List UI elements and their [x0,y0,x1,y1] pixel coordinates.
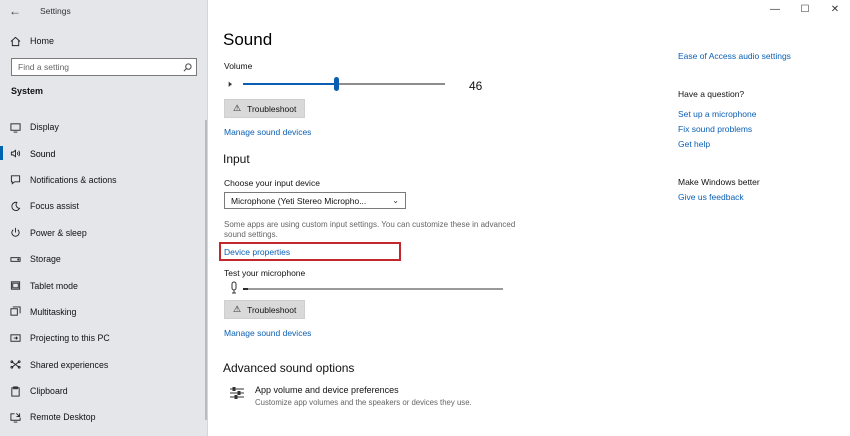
sidebar-item-label: Multitasking [30,306,77,317]
speaker-icon [0,148,30,159]
sidebar-item-projecting[interactable]: Projecting to this PC [0,325,208,351]
minimize-button[interactable]: — [760,0,790,18]
make-windows-better-heading: Make Windows better [678,177,760,187]
app-volume-description: Customize app volumes and the speakers o… [255,398,472,407]
sidebar-item-label: Display [30,122,59,133]
custom-settings-note: Some apps are using custom input setting… [224,220,516,239]
app-volume-preferences-link[interactable]: App volume and device preferences [255,385,399,395]
input-troubleshoot-button[interactable]: ⚠ Troubleshoot [224,300,306,319]
advanced-heading: Advanced sound options [223,361,355,375]
sidebar-item-remote-desktop[interactable]: Remote Desktop [0,404,208,430]
sidebar-item-sound[interactable]: Sound [0,140,208,166]
choose-input-label: Choose your input device [224,178,320,188]
selected-device: Microphone (Yeti Stereo Micropho... [231,195,367,206]
fix-sound-problems-link[interactable]: Fix sound problems [678,124,752,134]
back-button[interactable]: ← [0,0,30,22]
manage-sound-devices-link-input[interactable]: Manage sound devices [224,328,311,338]
get-help-link[interactable]: Get help [678,139,710,149]
microphone-icon [229,281,239,295]
sidebar-item-label: Notifications & actions [30,174,117,185]
manage-sound-devices-link[interactable]: Manage sound devices [224,127,311,137]
sidebar-item-label: Sound [30,148,56,159]
sidebar-item-shared-experiences[interactable]: Shared experiences [0,352,208,378]
search-icon[interactable] [178,62,196,72]
notifications-icon [0,174,30,186]
window-controls: — ☐ ✕ [760,0,850,20]
sidebar-item-notifications[interactable]: Notifications & actions [0,167,208,193]
device-properties-link[interactable]: Device properties [224,247,290,257]
back-arrow-icon: ← [9,4,21,18]
storage-icon [0,254,30,265]
sidebar-item-label: Power & sleep [30,227,87,238]
home-link[interactable]: Home [0,31,208,51]
input-device-dropdown[interactable]: Microphone (Yeti Stereo Micropho... ⌄ [224,192,406,209]
sidebar-item-clipboard[interactable]: Clipboard [0,378,208,404]
mixer-icon [229,386,245,405]
home-icon [0,36,30,47]
clipboard-icon [0,386,30,397]
power-icon [0,227,30,238]
projector-icon [0,333,30,344]
sidebar-item-multitasking[interactable]: Multitasking [0,299,208,325]
give-feedback-link[interactable]: Give us feedback [678,192,744,202]
setup-microphone-link[interactable]: Set up a microphone [678,109,756,119]
test-microphone-label: Test your microphone [224,268,306,278]
sidebar-item-label: Storage [30,254,61,265]
app-title: Settings [40,6,71,16]
section-heading: System [11,86,44,96]
sidebar-item-label: Projecting to this PC [30,333,110,344]
shared-icon [0,359,30,370]
volume-icon[interactable]: 🕨 [226,79,232,90]
sidebar-item-label: Shared experiences [30,359,109,370]
ease-of-access-audio-link[interactable]: Ease of Access audio settings [678,51,791,61]
troubleshoot-label: Troubleshoot [247,304,297,315]
maximize-button[interactable]: ☐ [790,0,820,18]
sidebar-nav: Display Sound Notifications & actions Fo… [0,114,208,431]
sidebar-item-focus-assist[interactable]: Focus assist [0,193,208,219]
moon-icon [0,201,30,212]
volume-slider[interactable] [243,77,445,91]
search-input[interactable] [12,62,178,72]
volume-label: Volume [224,61,253,71]
page-title: Sound [223,30,273,49]
volume-slider-thumb[interactable] [333,77,339,91]
remote-icon [0,412,30,423]
sidebar-item-label: Remote Desktop [30,412,96,423]
sidebar-item-label: Tablet mode [30,280,78,291]
main-content: — ☐ ✕ Sound Volume 🕨 46 ⚠ Troubleshoot M… [209,0,850,436]
volume-slider-fill [243,83,336,85]
warning-icon: ⚠ [233,304,242,314]
title-bar: ← Settings [0,0,208,22]
output-troubleshoot-button[interactable]: ⚠ Troubleshoot [224,99,306,118]
sidebar-scrollbar[interactable] [205,120,207,420]
volume-value: 46 [469,79,483,93]
sidebar-item-label: Focus assist [30,201,79,212]
troubleshoot-label: Troubleshoot [247,103,297,114]
sidebar-item-display[interactable]: Display [0,114,208,140]
sidebar-item-label: Clipboard [30,386,68,397]
input-heading: Input [223,152,250,166]
display-icon [0,122,30,133]
sidebar-item-tablet-mode[interactable]: Tablet mode [0,272,208,298]
question-heading: Have a question? [678,89,745,99]
home-label: Home [30,36,55,46]
close-button[interactable]: ✕ [820,0,850,18]
sidebar: ← Settings Home System Display Sound Not… [0,0,208,436]
microphone-level-fill [243,288,249,290]
search-box [11,58,197,76]
multitasking-icon [0,306,30,317]
chevron-down-icon: ⌄ [392,196,399,205]
tablet-icon [0,280,30,291]
microphone-level-meter [243,288,503,290]
sidebar-item-power-sleep[interactable]: Power & sleep [0,220,208,246]
sidebar-item-storage[interactable]: Storage [0,246,208,272]
warning-icon: ⚠ [233,103,242,113]
